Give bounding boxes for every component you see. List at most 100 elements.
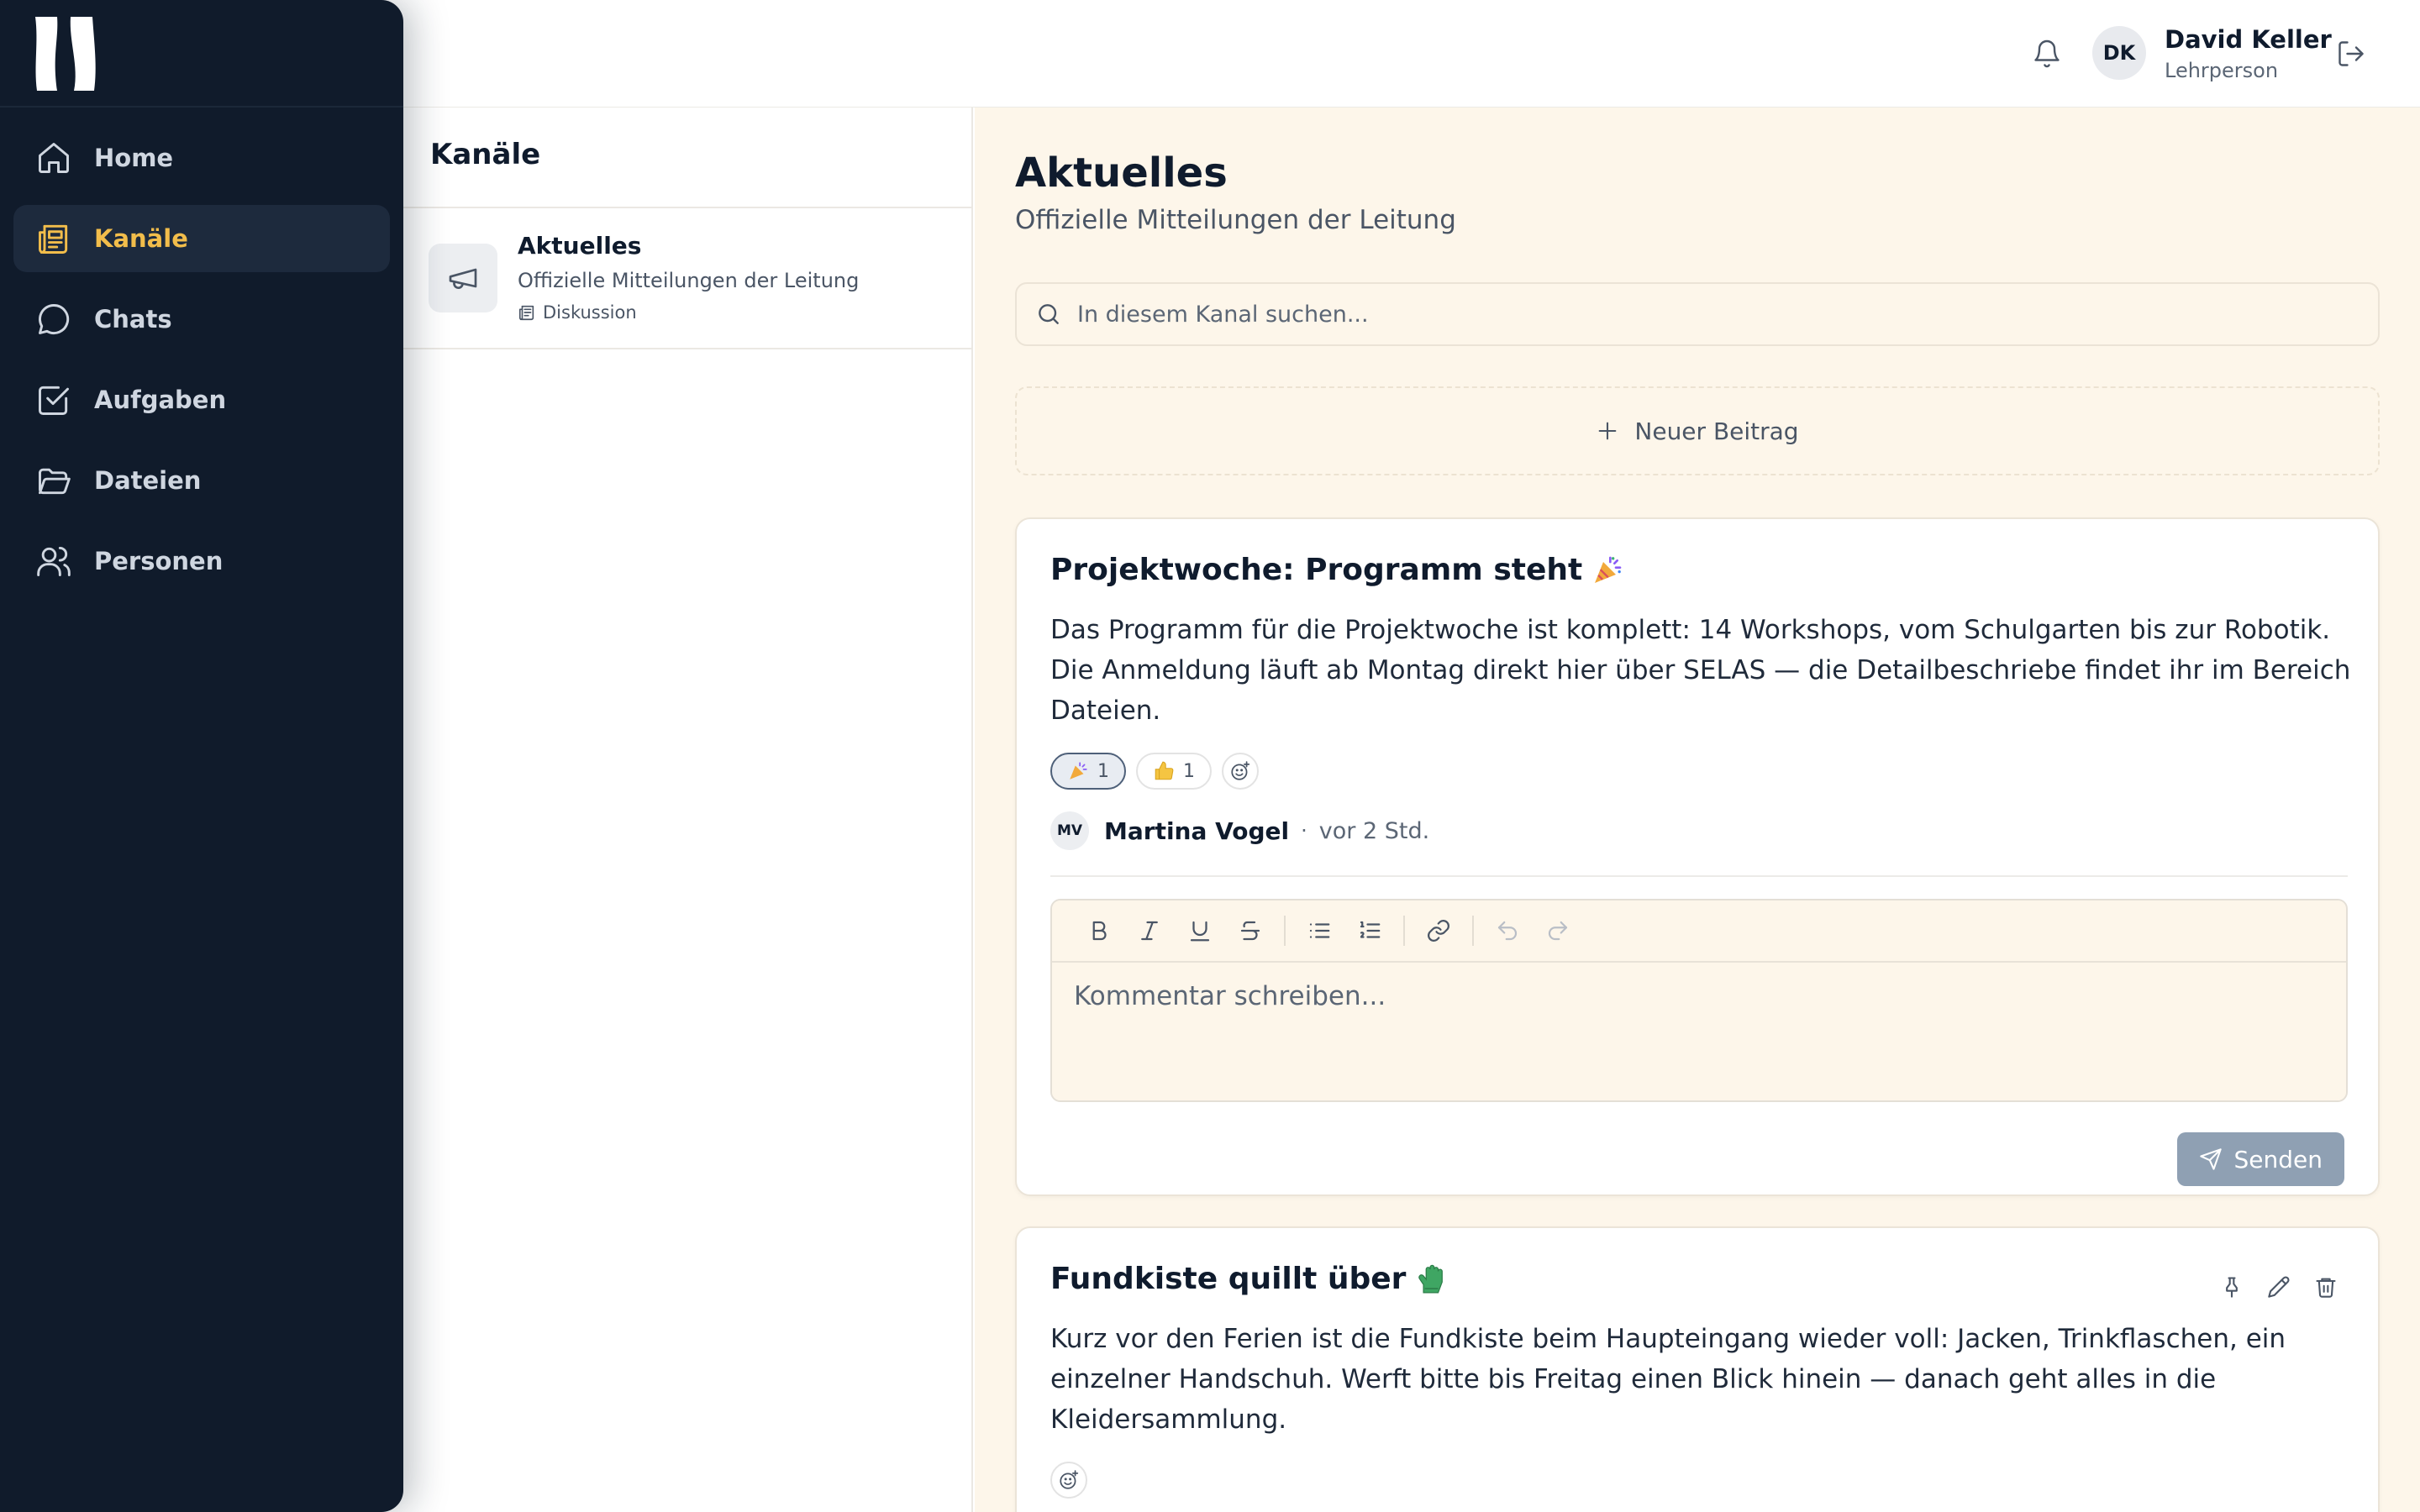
redo-button[interactable]	[1533, 906, 1583, 956]
comment-editor	[1050, 899, 2348, 1102]
undo-icon	[1497, 921, 1518, 941]
post-title-text: Projektwoche: Programm steht	[1050, 553, 1583, 587]
pin-icon	[2226, 1277, 2238, 1298]
channel-list-panel: Kanäle Aktuelles Offizielle Mitteilungen…	[403, 108, 973, 1512]
search-icon	[1039, 304, 1059, 324]
newspaper-icon	[518, 305, 534, 321]
party-popper-icon	[1070, 762, 1087, 780]
bold-icon	[1092, 921, 1107, 941]
sidebar-item-label: Kanäle	[94, 224, 188, 253]
undo-button[interactable]	[1482, 906, 1533, 956]
checkbox-icon	[39, 386, 69, 415]
post-divider	[1050, 875, 2348, 877]
party-popper-icon	[1595, 556, 1622, 583]
edit-button[interactable]	[2260, 1268, 2297, 1305]
reaction-party[interactable]: 1	[1050, 753, 1126, 790]
post-actions	[2203, 1268, 2344, 1305]
users-icon	[37, 546, 71, 576]
channel-type: Diskussion	[518, 302, 637, 323]
new-post-button[interactable]: Neuer Beitrag	[1015, 386, 2380, 475]
trash-icon	[2316, 1278, 2336, 1298]
smiley-plus-icon	[1060, 1470, 1079, 1489]
toolbar-separator	[1403, 916, 1405, 946]
sidebar-item-dateien[interactable]: Dateien	[13, 447, 390, 514]
user-role: Lehrperson	[2165, 59, 2279, 82]
newspaper-icon	[39, 224, 68, 254]
channel-list-header: Kanäle	[403, 108, 971, 208]
author-name[interactable]: Martina Vogel	[1104, 817, 1289, 845]
italic-icon	[1141, 921, 1158, 941]
toolbar-separator	[1284, 916, 1286, 946]
bullet-list-icon	[1309, 923, 1330, 938]
reactions-bar	[1050, 1462, 1087, 1499]
editor-toolbar	[1052, 900, 2346, 963]
channel-name: Aktuelles	[518, 232, 642, 260]
glove-icon	[1418, 1264, 1444, 1293]
add-reaction-button[interactable]	[1050, 1462, 1087, 1499]
add-reaction-button[interactable]	[1222, 753, 1259, 790]
sidebar-item-label: Chats	[94, 305, 172, 333]
send-icon	[2199, 1148, 2222, 1170]
sidebar-item-label: Personen	[94, 547, 224, 575]
main-nav: Home Kanäle Chats Aufgaben Dateien Perso…	[0, 108, 403, 595]
post-title: Fundkiste quillt über	[1050, 1262, 1446, 1296]
send-button[interactable]: Senden	[2176, 1132, 2344, 1186]
post-card: Projektwoche: Programm steht Das Program…	[1015, 517, 2380, 1196]
reaction-count: 1	[1183, 760, 1195, 782]
smiley-plus-icon	[1231, 761, 1250, 780]
reaction-thumbs-up[interactable]: 1	[1136, 753, 1212, 790]
sidebar-item-label: Aufgaben	[94, 386, 227, 414]
megaphone-icon	[429, 244, 497, 312]
sidebar-item-aufgaben[interactable]: Aufgaben	[13, 366, 390, 433]
underline-icon	[1190, 921, 1210, 942]
strikethrough-button[interactable]	[1225, 906, 1276, 956]
plus-icon	[1599, 422, 1617, 440]
user-name: David Keller	[2165, 25, 2332, 54]
sidebar-item-home[interactable]: Home	[13, 124, 390, 192]
home-icon	[39, 143, 69, 173]
post-author: MV Martina Vogel · vor 2 Std.	[1050, 811, 1429, 850]
toolbar-separator	[1472, 916, 1474, 946]
sidebar-item-label: Home	[94, 144, 174, 172]
thumbs-up-icon	[1155, 761, 1174, 780]
underline-button[interactable]	[1175, 906, 1225, 956]
post-title-text: Fundkiste quillt über	[1050, 1262, 1407, 1296]
sidebar-item-kanaele[interactable]: Kanäle	[13, 205, 390, 272]
page-subtitle: Offizielle Mitteilungen der Leitung	[1015, 205, 1456, 235]
user-avatar[interactable]: DK	[2092, 26, 2146, 80]
sidebar-item-label: Dateien	[94, 466, 202, 495]
post-body: Das Programm für die Projektwoche ist ko…	[1050, 615, 2351, 726]
sidebar-item-chats[interactable]: Chats	[13, 286, 390, 353]
channel-feed: Aktuelles Offizielle Mitteilungen der Le…	[975, 108, 2420, 1512]
bold-button[interactable]	[1074, 906, 1124, 956]
search-input[interactable]	[1077, 301, 2338, 328]
numbered-list-button[interactable]	[1344, 906, 1395, 956]
numbered-list-icon	[1360, 921, 1381, 938]
sidebar-item-personen[interactable]: Personen	[13, 528, 390, 595]
reaction-count: 1	[1097, 760, 1109, 782]
chat-icon	[39, 304, 70, 334]
link-button[interactable]	[1413, 906, 1464, 956]
post-body: Kurz vor den Ferien ist die Fundkiste be…	[1050, 1324, 2286, 1435]
delete-button[interactable]	[2307, 1268, 2344, 1305]
logout-icon[interactable]	[2336, 39, 2366, 69]
channel-item-aktuelles[interactable]: Aktuelles Offizielle Mitteilungen der Le…	[403, 208, 971, 349]
italic-button[interactable]	[1124, 906, 1175, 956]
bullet-list-button[interactable]	[1294, 906, 1344, 956]
channel-description: Offizielle Mitteilungen der Leitung	[518, 269, 860, 292]
author-avatar[interactable]: MV	[1050, 811, 1089, 850]
app-logo[interactable]	[32, 13, 99, 94]
channel-type-label: Diskussion	[543, 302, 637, 323]
new-post-label: Neuer Beitrag	[1634, 417, 1799, 445]
page-title: Aktuelles	[1015, 150, 1228, 197]
author-separator: ·	[1301, 819, 1307, 843]
channel-list-title: Kanäle	[430, 138, 541, 171]
channel-search[interactable]	[1015, 282, 2380, 346]
sidebar: Home Kanäle Chats Aufgaben Dateien Perso…	[0, 0, 403, 1512]
bell-icon[interactable]	[2032, 39, 2062, 69]
reactions-bar: 1 1	[1050, 753, 1259, 790]
pin-button[interactable]	[2213, 1268, 2250, 1305]
post-title: Projektwoche: Programm steht	[1050, 553, 1624, 587]
logo-area	[0, 0, 403, 108]
comment-input[interactable]	[1052, 963, 2346, 1100]
